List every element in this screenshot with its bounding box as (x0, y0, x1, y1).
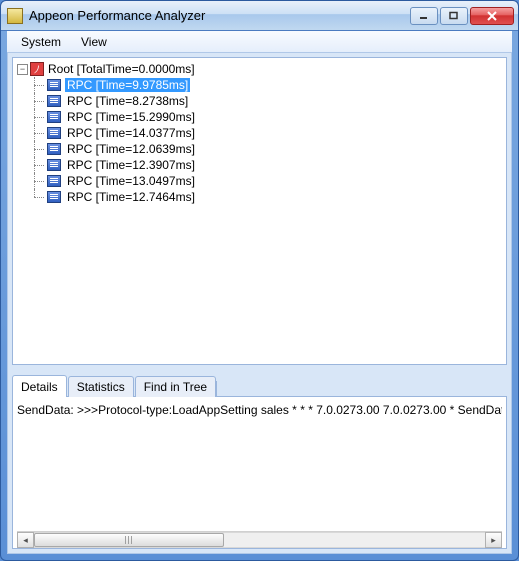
maximize-button[interactable] (440, 7, 468, 25)
tree-panel[interactable]: − ⵰ Root [TotalTime=0.0000ms] RPC [Time=… (12, 57, 507, 365)
rpc-icon (47, 95, 61, 107)
tree-node-label[interactable]: RPC [Time=13.0497ms] (65, 174, 197, 188)
details-text[interactable]: SendData: >>>Protocol-type:LoadAppSettin… (17, 403, 502, 531)
tree-node[interactable]: RPC [Time=12.3907ms] (31, 157, 502, 173)
root-icon: ⵰ (30, 62, 44, 76)
client-area: − ⵰ Root [TotalTime=0.0000ms] RPC [Time=… (7, 53, 512, 554)
app-window: Appeon Performance Analyzer System View … (0, 0, 519, 561)
tree-node-label[interactable]: RPC [Time=8.2738ms] (65, 94, 190, 108)
scroll-left-button[interactable]: ◂ (17, 532, 34, 548)
tree-node[interactable]: RPC [Time=14.0377ms] (31, 125, 502, 141)
tab-strip: Details Statistics Find in Tree (12, 375, 507, 397)
rpc-icon (47, 111, 61, 123)
tree-node-label[interactable]: RPC [Time=14.0377ms] (65, 126, 197, 140)
tab-content: SendData: >>>Protocol-type:LoadAppSettin… (12, 396, 507, 549)
app-icon (7, 8, 23, 24)
menubar: System View (7, 31, 512, 53)
rpc-icon (47, 191, 61, 203)
tree-node[interactable]: RPC [Time=12.0639ms] (31, 141, 502, 157)
tree-node-label[interactable]: RPC [Time=12.3907ms] (65, 158, 197, 172)
tree-node[interactable]: RPC [Time=13.0497ms] (31, 173, 502, 189)
scroll-right-button[interactable]: ▸ (485, 532, 502, 548)
close-button[interactable] (470, 7, 514, 25)
tab-find-in-tree[interactable]: Find in Tree (135, 376, 216, 397)
rpc-icon (47, 127, 61, 139)
minimize-icon (418, 11, 430, 21)
titlebar[interactable]: Appeon Performance Analyzer (1, 1, 518, 31)
scroll-thumb[interactable] (34, 533, 224, 547)
tree-node-label[interactable]: RPC [Time=15.2990ms] (65, 110, 197, 124)
maximize-icon (448, 11, 460, 21)
bottom-panel: Details Statistics Find in Tree SendData… (12, 375, 507, 549)
rpc-icon (47, 159, 61, 171)
menu-system[interactable]: System (11, 33, 71, 51)
tree-node[interactable]: RPC [Time=9.9785ms] (31, 77, 502, 93)
tab-details[interactable]: Details (12, 375, 67, 397)
scroll-track[interactable] (34, 532, 485, 548)
tree-node[interactable]: RPC [Time=15.2990ms] (31, 109, 502, 125)
window-title: Appeon Performance Analyzer (29, 8, 410, 23)
rpc-icon (47, 175, 61, 187)
tab-separator (216, 381, 217, 397)
menu-view[interactable]: View (71, 33, 117, 51)
rpc-icon (47, 79, 61, 91)
tree-children: RPC [Time=9.9785ms] RPC [Time=8.2738ms] RP… (31, 77, 502, 205)
tab-statistics[interactable]: Statistics (68, 376, 134, 397)
tree-node[interactable]: RPC [Time=12.7464ms] (31, 189, 502, 205)
window-buttons (410, 7, 514, 25)
close-icon (486, 11, 498, 21)
tree-node-label[interactable]: RPC [Time=12.7464ms] (65, 190, 197, 204)
tree-root-row[interactable]: − ⵰ Root [TotalTime=0.0000ms] (17, 62, 502, 76)
tree-node-label[interactable]: RPC [Time=9.9785ms] (65, 78, 190, 92)
tree-node[interactable]: RPC [Time=8.2738ms] (31, 93, 502, 109)
minimize-button[interactable] (410, 7, 438, 25)
collapse-icon[interactable]: − (17, 64, 28, 75)
rpc-icon (47, 143, 61, 155)
tree-root-label[interactable]: Root [TotalTime=0.0000ms] (46, 62, 197, 76)
horizontal-scrollbar[interactable]: ◂ ▸ (17, 531, 502, 548)
tree-node-label[interactable]: RPC [Time=12.0639ms] (65, 142, 197, 156)
